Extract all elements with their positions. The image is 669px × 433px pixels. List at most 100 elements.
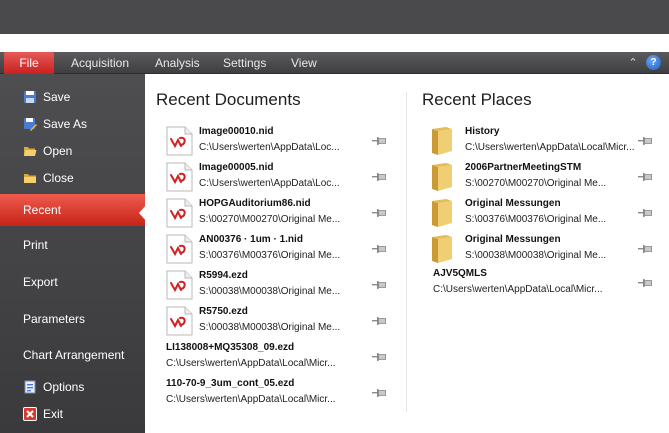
document-file-icon xyxy=(166,126,193,156)
document-name: R5750.ezd xyxy=(199,306,248,317)
folder-icon xyxy=(432,127,452,155)
pin-icon[interactable] xyxy=(638,172,652,182)
save-icon xyxy=(24,91,36,103)
tab-file[interactable]: File xyxy=(4,52,54,74)
pin-icon[interactable] xyxy=(372,388,386,398)
sidebar-item-save-as[interactable]: Save As xyxy=(0,115,145,133)
sidebar-item-label: Open xyxy=(43,144,73,158)
document-name: LI138008+MQ35308_09.ezd xyxy=(166,342,295,353)
place-name: History xyxy=(465,126,500,137)
sidebar-item-export[interactable]: Export xyxy=(0,273,145,291)
sidebar-item-print[interactable]: Print xyxy=(0,236,145,254)
place-path: S:\00376\M00376\Original Me... xyxy=(465,214,607,225)
sidebar-item-exit[interactable]: Exit xyxy=(0,405,145,423)
sidebar-item-label: Close xyxy=(43,171,74,185)
recent-place-item[interactable]: 2006PartnerMeetingSTM S:\00270\M00270\Ori… xyxy=(430,160,655,194)
recent-places-title: Recent Places xyxy=(422,90,532,109)
ribbon-bar: File Acquisition Analysis Settings View … xyxy=(0,52,669,74)
document-name: AN00376 · 1um · 1.nid xyxy=(199,234,303,245)
save-as-icon xyxy=(24,118,37,131)
options-icon xyxy=(24,380,36,394)
tab-view[interactable]: View xyxy=(291,52,317,74)
collapse-ribbon-icon[interactable]: ⌃ xyxy=(627,56,639,69)
place-name: AJV5QMLS xyxy=(433,268,487,279)
window-gap xyxy=(0,34,669,52)
sidebar-item-close[interactable]: Close xyxy=(0,169,145,187)
sidebar-item-recent[interactable]: Recent xyxy=(0,194,145,226)
document-file-icon xyxy=(166,270,193,300)
place-name: Original Messungen xyxy=(465,198,561,209)
recent-document-item[interactable]: LI138008+MQ35308_09.ezd C:\Users\werten\A… xyxy=(166,340,396,374)
recent-document-item[interactable]: Image00010.nid C:\Users\werten\AppData\Lo… xyxy=(166,124,396,158)
place-path: C:\Users\werten\AppData\Local\Micr... xyxy=(433,284,603,295)
sidebar-item-label: Exit xyxy=(43,407,64,421)
tab-acquisition[interactable]: Acquisition xyxy=(71,52,129,74)
tab-settings[interactable]: Settings xyxy=(223,52,266,74)
document-path: C:\Users\werten\AppData\Local\Micr... xyxy=(166,394,336,405)
pin-icon[interactable] xyxy=(638,208,652,218)
sidebar-item-open[interactable]: Open xyxy=(0,142,145,160)
recent-document-item[interactable]: Image00005.nid C:\Users\werten\AppData\Lo… xyxy=(166,160,396,194)
place-name: Original Messungen xyxy=(465,234,561,245)
open-folder-icon xyxy=(24,147,37,156)
pin-icon[interactable] xyxy=(372,316,386,326)
place-name: 2006PartnerMeetingSTM xyxy=(465,162,582,173)
sidebar-item-label: Save xyxy=(43,90,71,104)
document-name: HOPGAuditorium86.nid xyxy=(199,198,311,209)
pin-icon[interactable] xyxy=(372,280,386,290)
document-path: S:\00038\M00038\Original Me... xyxy=(199,286,341,297)
sidebar-item-label: Parameters xyxy=(23,312,86,326)
sidebar-item-chart-arrangement[interactable]: Chart Arrangement xyxy=(0,346,145,364)
pin-icon[interactable] xyxy=(372,244,386,254)
recent-place-item[interactable]: History C:\Users\werten\AppData\Local\Mic… xyxy=(430,124,655,158)
recent-document-item[interactable]: 110-70-9_3um_cont_05.ezd C:\Users\werten\… xyxy=(166,376,396,410)
pin-icon[interactable] xyxy=(638,136,652,146)
document-name: 110-70-9_3um_cont_05.ezd xyxy=(166,378,295,389)
sidebar-item-label: Save As xyxy=(43,117,88,131)
sidebar-item-label: Print xyxy=(23,238,48,252)
place-path: S:\00270\M00270\Original Me... xyxy=(465,178,607,189)
document-file-icon xyxy=(166,234,193,264)
document-file-icon xyxy=(166,306,193,336)
sidebar-item-label: Export xyxy=(23,275,58,289)
tab-analysis[interactable]: Analysis xyxy=(155,52,200,74)
sidebar-item-options[interactable]: Options xyxy=(0,378,145,396)
pin-icon[interactable] xyxy=(372,172,386,182)
document-name: Image00010.nid xyxy=(199,126,274,137)
document-name: Image00005.nid xyxy=(199,162,274,173)
sidebar-item-save[interactable]: Save xyxy=(0,88,145,106)
document-file-icon xyxy=(166,198,193,228)
document-path: C:\Users\werten\AppData\Loc... xyxy=(199,178,340,189)
document-file-icon xyxy=(166,162,193,192)
recent-documents-title: Recent Documents xyxy=(156,90,301,109)
pin-icon[interactable] xyxy=(372,136,386,146)
recent-place-item[interactable]: AJV5QMLS C:\Users\werten\AppData\Local\Mi… xyxy=(430,266,655,300)
pin-icon[interactable] xyxy=(638,244,652,254)
recent-document-item[interactable]: HOPGAuditorium86.nid S:\00270\M00270\Orig… xyxy=(166,196,396,230)
window-top-band xyxy=(0,0,669,34)
document-path: S:\00270\M00270\Original Me... xyxy=(199,214,341,225)
pin-icon[interactable] xyxy=(372,208,386,218)
place-path: S:\00038\M00038\Original Me... xyxy=(465,250,607,261)
recent-place-item[interactable]: Original Messungen S:\00038\M00038\Origin… xyxy=(430,232,655,266)
document-path: C:\Users\werten\AppData\Local\Micr... xyxy=(166,358,336,369)
document-path: S:\00038\M00038\Original Me... xyxy=(199,322,341,333)
section-divider xyxy=(406,92,407,412)
document-name: R5994.ezd xyxy=(199,270,248,281)
document-path: S:\00376\M00376\Original Me... xyxy=(199,250,341,261)
folder-icon xyxy=(432,235,452,263)
close-folder-icon xyxy=(24,174,36,183)
help-icon[interactable]: ? xyxy=(646,55,661,70)
folder-icon xyxy=(432,199,452,227)
sidebar-item-label: Options xyxy=(43,380,85,394)
document-path: C:\Users\werten\AppData\Loc... xyxy=(199,142,340,153)
pin-icon[interactable] xyxy=(638,278,652,288)
recent-document-item[interactable]: R5750.ezd S:\00038\M00038\Original Me... xyxy=(166,304,396,338)
place-path: C:\Users\werten\AppData\Local\Micr... xyxy=(465,142,635,153)
pin-icon[interactable] xyxy=(372,352,386,362)
recent-place-item[interactable]: Original Messungen S:\00376\M00376\Origin… xyxy=(430,196,655,230)
sidebar-item-parameters[interactable]: Parameters xyxy=(0,310,145,328)
recent-document-item[interactable]: AN00376 · 1um · 1.nid S:\00376\M00376\Ori… xyxy=(166,232,396,266)
recent-document-item[interactable]: R5994.ezd S:\00038\M00038\Original Me... xyxy=(166,268,396,302)
sidebar-item-label: Chart Arrangement xyxy=(23,348,125,362)
